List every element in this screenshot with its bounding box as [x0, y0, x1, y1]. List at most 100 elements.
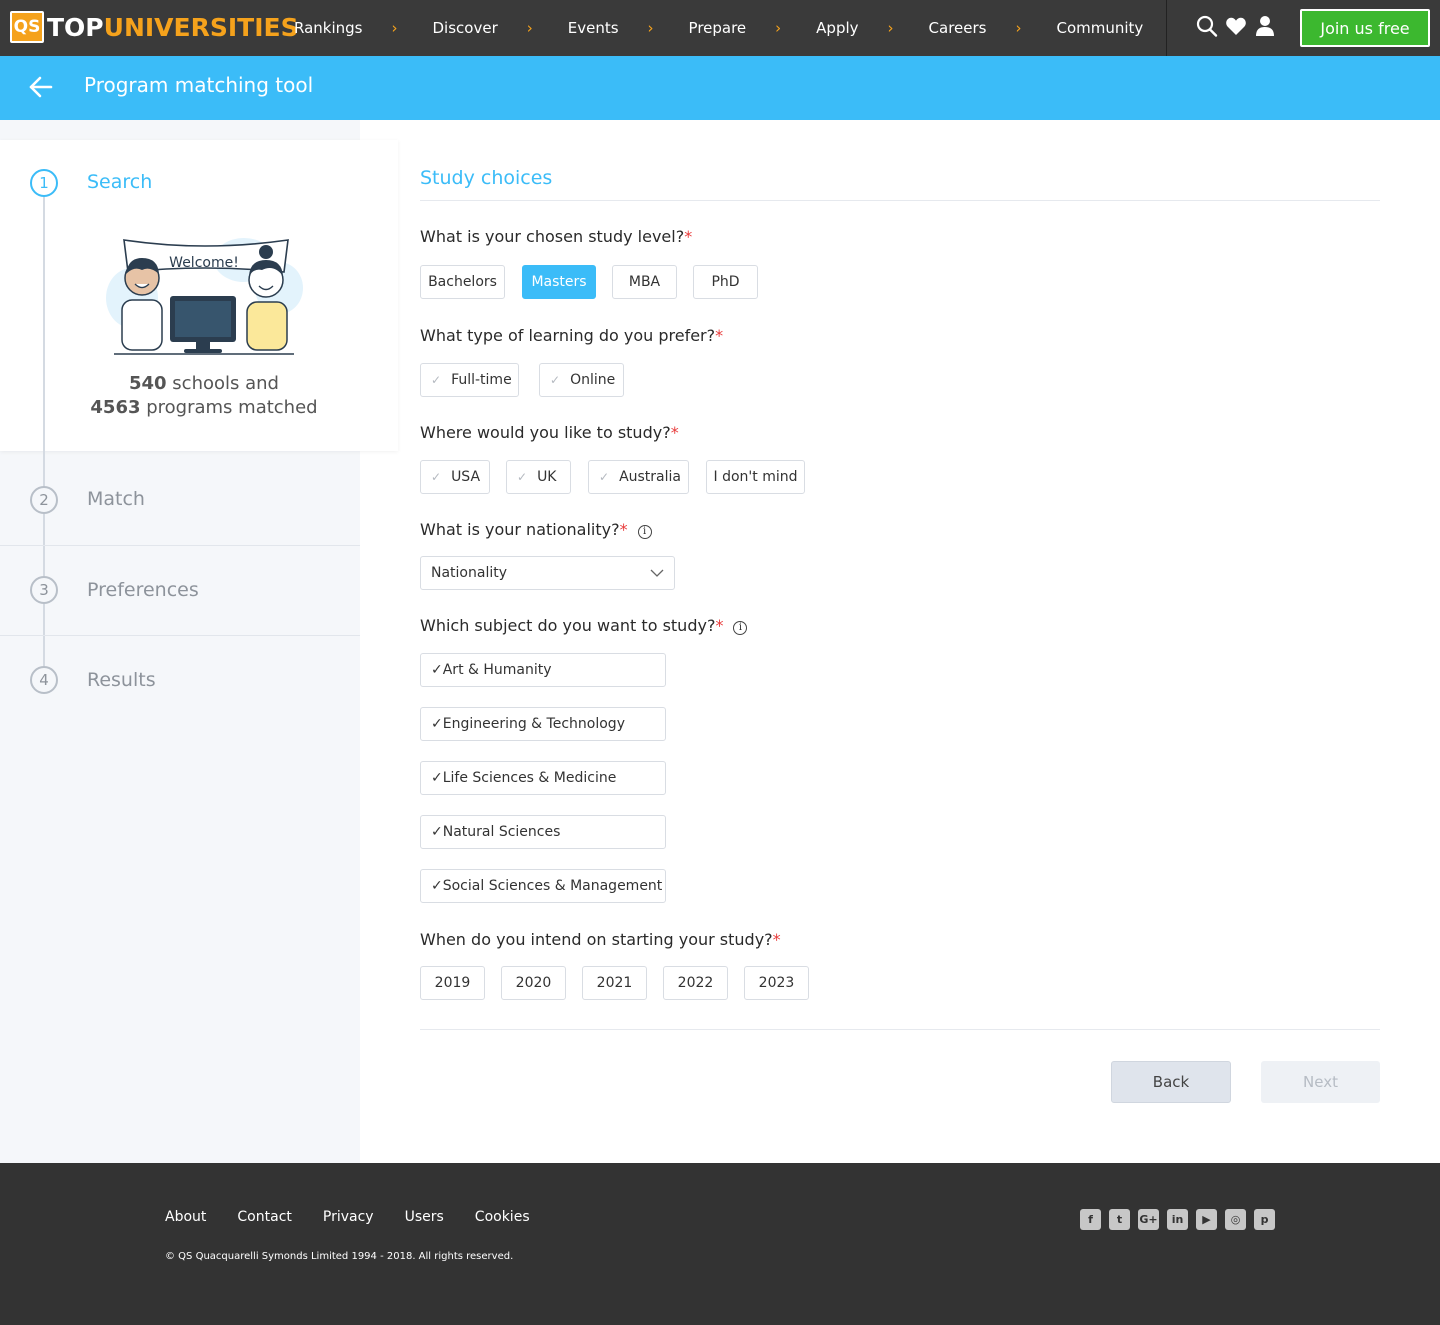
- option-label: Australia: [619, 469, 681, 485]
- step-results[interactable]: Results: [87, 669, 156, 691]
- footer-links: About Contact Privacy Users Cookies: [165, 1209, 561, 1225]
- facebook-icon[interactable]: f: [1080, 1209, 1101, 1230]
- step-match[interactable]: Match: [87, 488, 145, 510]
- option-2019[interactable]: 2019: [420, 966, 485, 1000]
- welcome-illustration-icon: Welcome!: [106, 238, 303, 355]
- option-masters[interactable]: Masters: [522, 265, 596, 299]
- option-social-sciences-management[interactable]: ✓ Social Sciences & Management: [420, 869, 666, 903]
- section-title: Study choices: [420, 167, 553, 189]
- question-text: What is your nationality?: [420, 520, 620, 539]
- option-online[interactable]: ✓ Online: [539, 363, 624, 397]
- chevron-right-icon[interactable]: ›: [392, 19, 398, 37]
- nav-item-events[interactable]: Events: [568, 19, 619, 37]
- option-full-time[interactable]: ✓ Full-time: [420, 363, 519, 397]
- twitter-icon[interactable]: t: [1109, 1209, 1130, 1230]
- option-art-humanity[interactable]: ✓ Art & Humanity: [420, 653, 666, 687]
- check-icon: ✓: [431, 824, 443, 840]
- nav-item-community[interactable]: Community: [1056, 19, 1143, 37]
- heart-icon[interactable]: [1225, 14, 1247, 38]
- main-menu: Rankings › Discover › Events › Prepare › App…: [294, 0, 1143, 56]
- option-label: Art & Humanity: [442, 662, 552, 678]
- option-natural-sciences[interactable]: ✓ Natural Sciences: [420, 815, 666, 849]
- programs-text: programs matched: [140, 397, 318, 418]
- nav-item-discover[interactable]: Discover: [433, 19, 498, 37]
- qs-logo-mark: QS: [10, 11, 44, 43]
- schools-matched-line: 540 schools and: [60, 372, 348, 396]
- nav-item-apply[interactable]: Apply: [816, 19, 858, 37]
- step-2-number: 2: [30, 486, 58, 514]
- footer-link-users[interactable]: Users: [405, 1209, 444, 1225]
- programs-count: 4563: [90, 397, 141, 418]
- question-text: What type of learning do you prefer?: [420, 326, 716, 345]
- nav-item-prepare[interactable]: Prepare: [689, 19, 747, 37]
- match-stats: 540 schools and 4563 programs matched: [60, 372, 348, 420]
- back-arrow-icon[interactable]: [28, 74, 54, 100]
- section-divider: [420, 200, 1380, 201]
- required-mark: *: [715, 326, 724, 345]
- footer-link-privacy[interactable]: Privacy: [323, 1209, 374, 1225]
- check-icon: ✓: [550, 373, 561, 387]
- user-icon[interactable]: [1254, 14, 1276, 38]
- option-2020[interactable]: 2020: [501, 966, 566, 1000]
- chevron-right-icon[interactable]: ›: [648, 19, 654, 37]
- info-icon[interactable]: i: [637, 525, 652, 539]
- question-start-year: When do you intend on starting your stud…: [420, 930, 781, 949]
- option-engineering-technology[interactable]: ✓ Engineering & Technology: [420, 707, 666, 741]
- back-button[interactable]: Back: [1111, 1061, 1231, 1103]
- option-dont-mind[interactable]: I don't mind: [706, 460, 805, 494]
- option-uk[interactable]: ✓ UK: [506, 460, 571, 494]
- logo-word-universities: UNIVERSITIES: [103, 12, 299, 42]
- step-1-number: 1: [30, 169, 58, 197]
- step-separator: [0, 545, 360, 546]
- option-label: Full-time: [451, 372, 512, 388]
- chevron-right-icon[interactable]: ›: [1015, 19, 1021, 37]
- option-mba[interactable]: MBA: [612, 265, 677, 299]
- step-3-number: 3: [30, 576, 58, 604]
- option-label: Social Sciences & Management: [442, 878, 663, 894]
- chevron-right-icon[interactable]: ›: [527, 19, 533, 37]
- check-icon: ✓: [599, 470, 610, 484]
- nav-item-rankings[interactable]: Rankings: [294, 19, 363, 37]
- option-2023[interactable]: 2023: [744, 966, 809, 1000]
- chevron-right-icon[interactable]: ›: [888, 19, 894, 37]
- check-icon: ✓: [431, 373, 442, 387]
- footer-link-about[interactable]: About: [165, 1209, 206, 1225]
- step-search[interactable]: Search: [87, 171, 152, 193]
- logo-wordmark: TOPUNIVERSITIES: [47, 13, 299, 42]
- nationality-select[interactable]: Nationality: [420, 556, 675, 590]
- step-preferences[interactable]: Preferences: [87, 579, 199, 601]
- topuniversities-logo[interactable]: QS TOPUNIVERSITIES: [10, 11, 299, 43]
- step-4-number: 4: [30, 666, 58, 694]
- footer-link-cookies[interactable]: Cookies: [475, 1209, 530, 1225]
- check-icon: ✓: [431, 470, 442, 484]
- nationality-placeholder: Nationality: [431, 565, 508, 581]
- option-phd[interactable]: PhD: [693, 265, 758, 299]
- chevron-right-icon[interactable]: ›: [775, 19, 781, 37]
- question-text: Which subject do you want to study?: [420, 616, 716, 635]
- option-2021[interactable]: 2021: [582, 966, 647, 1000]
- youtube-icon[interactable]: ▶: [1196, 1209, 1217, 1230]
- instagram-icon[interactable]: ◎: [1225, 1209, 1246, 1230]
- search-icon[interactable]: [1196, 14, 1218, 38]
- linkedin-icon[interactable]: in: [1167, 1209, 1188, 1230]
- info-icon[interactable]: i: [733, 621, 748, 635]
- option-bachelors[interactable]: Bachelors: [420, 265, 505, 299]
- option-usa[interactable]: ✓ USA: [420, 460, 490, 494]
- page-title: Program matching tool: [84, 73, 314, 97]
- option-life-sciences-medicine[interactable]: ✓ Life Sciences & Medicine: [420, 761, 666, 795]
- join-us-free-button[interactable]: Join us free: [1300, 9, 1430, 47]
- tool-header-bar: Program matching tool: [0, 56, 1440, 120]
- footer-link-contact[interactable]: Contact: [237, 1209, 291, 1225]
- required-mark: *: [715, 616, 724, 635]
- option-2022[interactable]: 2022: [663, 966, 728, 1000]
- nav-item-careers[interactable]: Careers: [929, 19, 987, 37]
- top-navigation: QS TOPUNIVERSITIES Rankings › Discover › E…: [0, 0, 1440, 56]
- logo-word-top: TOP: [47, 12, 104, 42]
- google-plus-icon[interactable]: G+: [1138, 1209, 1159, 1230]
- question-location: Where would you like to study?*: [420, 423, 679, 442]
- pinterest-icon[interactable]: p: [1254, 1209, 1275, 1230]
- check-icon: ✓: [431, 662, 443, 678]
- option-australia[interactable]: ✓ Australia: [588, 460, 689, 494]
- social-links: f t G+ in ▶ ◎ p: [1080, 1209, 1283, 1230]
- next-button[interactable]: Next: [1261, 1061, 1380, 1103]
